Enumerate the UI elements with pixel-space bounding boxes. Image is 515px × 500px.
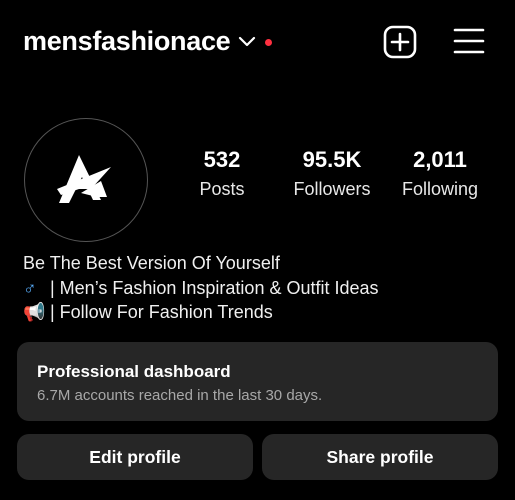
followers-stat[interactable]: 95.5K Followers <box>282 146 382 203</box>
megaphone-icon: 📢 <box>23 302 46 322</box>
profile-header: mensfashionace <box>0 0 515 86</box>
following-stat[interactable]: 2,011 Following <box>392 146 488 203</box>
bio-line-1: Be The Best Version Of Yourself <box>23 253 280 273</box>
bio-line-3: 📢 | Follow For Fashion Trends <box>23 300 379 325</box>
notification-dot <box>265 39 272 46</box>
profile-avatar[interactable] <box>24 118 148 242</box>
dashboard-title: Professional dashboard <box>37 362 231 381</box>
following-count: 2,011 <box>413 147 467 172</box>
edit-profile-button[interactable]: Edit profile <box>17 434 253 480</box>
hamburger-menu-icon[interactable] <box>453 26 485 56</box>
followers-label: Followers <box>293 179 371 199</box>
share-profile-button[interactable]: Share profile <box>262 434 498 480</box>
bio-line-2: ♂ | Men’s Fashion Inspiration & Outfit I… <box>23 276 379 301</box>
dashboard-subtitle: 6.7M accounts reached in the last 30 day… <box>37 387 323 404</box>
account-username[interactable]: mensfashionace <box>23 26 231 57</box>
posts-count: 532 <box>203 147 241 172</box>
male-sign-icon: ♂ <box>23 277 37 298</box>
following-label: Following <box>401 179 479 199</box>
plus-square-icon[interactable] <box>383 25 417 59</box>
professional-dashboard-card[interactable]: Professional dashboard 6.7M accounts rea… <box>17 342 498 421</box>
posts-label: Posts <box>199 179 245 199</box>
followers-count: 95.5K <box>302 147 362 172</box>
bio-line-3-text: | Follow For Fashion Trends <box>45 302 273 322</box>
brand-logo-icon <box>57 155 111 203</box>
bio-line-2-text: | Men’s Fashion Inspiration & Outfit Ide… <box>45 277 379 298</box>
chevron-down-icon[interactable] <box>238 36 256 48</box>
profile-bio: Be The Best Version Of Yourself ♂ | Men’… <box>23 251 379 325</box>
posts-stat[interactable]: 532 Posts <box>182 146 262 203</box>
